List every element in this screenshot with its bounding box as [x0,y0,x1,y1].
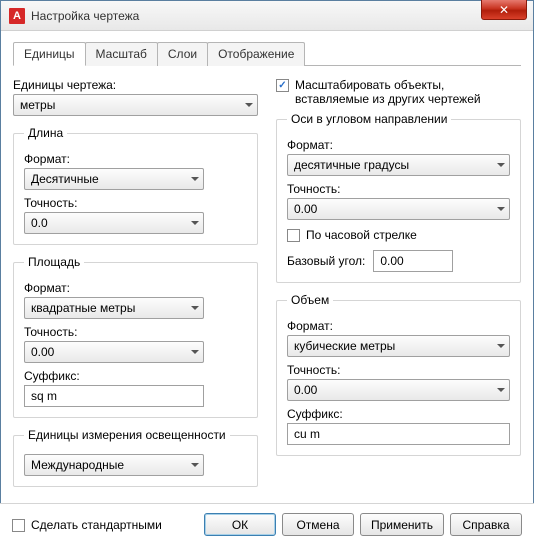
volume-precision-label: Точность: [287,363,510,377]
area-precision-label: Точность: [24,325,247,339]
drawing-units-label: Единицы чертежа: [13,78,258,92]
dialog-footer: Сделать стандартными ОК Отмена Применить… [0,503,534,545]
close-button[interactable]: ✕ [481,0,527,20]
area-precision-select[interactable]: 0.00 [24,341,204,363]
area-format-label: Формат: [24,281,247,295]
chevron-down-icon [191,306,199,310]
volume-legend: Объем [287,293,333,307]
chevron-down-icon [191,350,199,354]
area-format-select[interactable]: квадратные метры [24,297,204,319]
cancel-button[interactable]: Отмена [282,513,354,536]
area-suffix-value: sq m [31,389,57,403]
angle-format-select[interactable]: десятичные градусы [287,154,510,176]
window-title: Настройка чертежа [31,9,139,23]
make-default-label: Сделать стандартными [31,518,162,532]
area-group: Площадь Формат: квадратные метры Точност… [13,255,258,418]
length-format-label: Формат: [24,152,247,166]
chevron-down-icon [497,163,505,167]
chevron-down-icon [191,177,199,181]
angle-format-value: десятичные градусы [294,158,409,172]
length-legend: Длина [24,126,67,140]
app-icon: A [9,8,25,24]
tab-display[interactable]: Отображение [207,42,305,66]
volume-format-value: кубические метры [294,339,395,353]
volume-precision-select[interactable]: 0.00 [287,379,510,401]
clockwise-label: По часовой стрелке [306,228,417,242]
length-precision-value: 0.0 [31,216,48,230]
clockwise-checkbox[interactable] [287,229,300,242]
make-default-checkbox[interactable] [12,519,25,532]
tab-units[interactable]: Единицы [13,42,86,66]
angle-legend: Оси в угловом направлении [287,112,451,126]
length-format-value: Десятичные [31,172,99,186]
base-angle-value: 0.00 [380,254,403,268]
drawing-units-select[interactable]: метры [13,94,258,116]
angle-precision-label: Точность: [287,182,510,196]
lighting-select[interactable]: Международные [24,454,204,476]
length-format-select[interactable]: Десятичные [24,168,204,190]
area-legend: Площадь [24,255,84,269]
base-angle-label: Базовый угол: [287,254,365,268]
volume-precision-value: 0.00 [294,383,317,397]
angle-precision-value: 0.00 [294,202,317,216]
angle-format-label: Формат: [287,138,510,152]
drawing-units-value: метры [20,98,55,112]
area-suffix-input[interactable]: sq m [24,385,204,407]
chevron-down-icon [497,207,505,211]
chevron-down-icon [191,221,199,225]
lighting-group: Единицы измерения освещенности Междунаро… [13,428,258,487]
length-precision-select[interactable]: 0.0 [24,212,204,234]
scale-inserted-label: Масштабировать объекты, вставляемые из д… [295,78,521,106]
length-precision-label: Точность: [24,196,247,210]
close-icon: ✕ [499,3,509,17]
ok-button[interactable]: ОК [204,513,276,536]
angle-group: Оси в угловом направлении Формат: десяти… [276,112,521,283]
volume-suffix-label: Суффикс: [287,407,510,421]
area-format-value: квадратные метры [31,301,135,315]
angle-precision-select[interactable]: 0.00 [287,198,510,220]
lighting-value: Международные [31,458,124,472]
volume-group: Объем Формат: кубические метры Точность:… [276,293,521,456]
base-angle-input[interactable]: 0.00 [373,250,453,272]
volume-suffix-value: cu m [294,427,320,441]
scale-inserted-checkbox[interactable] [276,79,289,92]
volume-format-label: Формат: [287,319,510,333]
chevron-down-icon [191,463,199,467]
tab-strip: Единицы Масштаб Слои Отображение [13,41,521,66]
chevron-down-icon [497,388,505,392]
tab-scale[interactable]: Масштаб [85,42,158,66]
lighting-legend: Единицы измерения освещенности [24,428,230,442]
area-precision-value: 0.00 [31,345,54,359]
chevron-down-icon [497,344,505,348]
tab-layers[interactable]: Слои [157,42,208,66]
chevron-down-icon [245,103,253,107]
apply-button[interactable]: Применить [360,513,444,536]
volume-format-select[interactable]: кубические метры [287,335,510,357]
length-group: Длина Формат: Десятичные Точность: 0.0 [13,126,258,245]
area-suffix-label: Суффикс: [24,369,247,383]
volume-suffix-input[interactable]: cu m [287,423,510,445]
titlebar: A Настройка чертежа ✕ [1,1,533,31]
help-button[interactable]: Справка [450,513,522,536]
